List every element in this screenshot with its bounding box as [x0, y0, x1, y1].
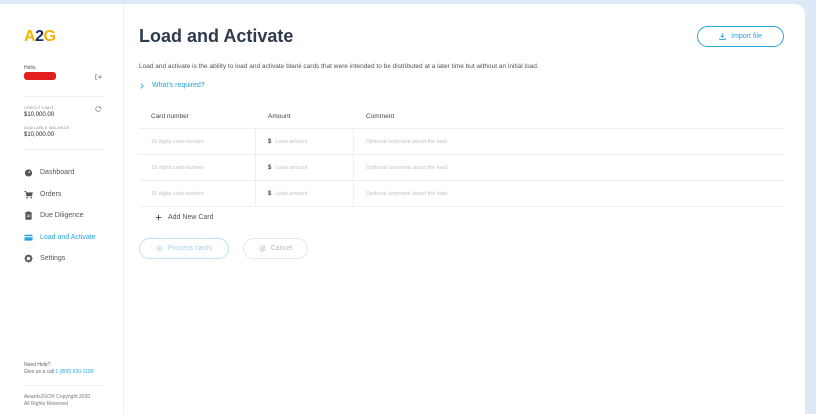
column-header-amount: Amount — [268, 112, 291, 120]
sidebar-divider — [24, 385, 104, 386]
copyright: Awards2GO® Copyright 2020 All Rights Res… — [24, 394, 91, 407]
table-row: $ — [139, 129, 784, 155]
cancel-button[interactable]: Cancel — [243, 238, 308, 259]
amount-input[interactable] — [275, 190, 353, 197]
card-icon — [24, 234, 33, 241]
currency-symbol: $ — [268, 138, 272, 145]
logout-icon[interactable] — [94, 73, 102, 81]
sidebar-item-label: Load and Activate — [40, 233, 96, 241]
help-text: Need Help? Give us a call 1 (800) 630-11… — [24, 362, 94, 375]
main-content: Load and Activate Import file Load and a… — [124, 4, 805, 414]
logo[interactable]: A2G — [24, 28, 56, 46]
app-window: A2G Hello, CREDIT LIMIT $10,000.00 AVAIL… — [0, 4, 805, 414]
currency-symbol: $ — [268, 190, 272, 197]
credit-limit-value: $10,000.00 — [24, 112, 55, 118]
whats-required-toggle[interactable]: What's required? — [139, 82, 205, 89]
table-header: Card number Amount Comment — [139, 104, 784, 129]
column-header-card-number: Card number — [151, 112, 189, 120]
cancel-icon — [259, 245, 266, 252]
amount-input[interactable] — [275, 138, 353, 145]
gauge-icon — [24, 169, 33, 177]
sidebar-item-orders[interactable]: Orders — [24, 184, 124, 206]
available-balance-label: AVAILABLE BALANCE — [24, 125, 70, 130]
card-number-input[interactable] — [151, 164, 255, 171]
page-title: Load and Activate — [139, 26, 294, 46]
available-balance-value: $10,000.00 — [24, 132, 55, 138]
help-phone-link[interactable]: 1 (800) 630-1100 — [55, 369, 93, 375]
clipboard-icon — [25, 211, 32, 220]
sidebar-item-load-and-activate[interactable]: Load and Activate — [24, 227, 124, 249]
chevron-right-icon — [140, 82, 144, 89]
currency-symbol: $ — [268, 164, 272, 171]
cards-table: Card number Amount Comment $ $ $ — [139, 104, 784, 207]
table-row: $ — [139, 181, 784, 207]
sidebar-item-label: Orders — [40, 190, 62, 198]
card-number-input[interactable] — [151, 138, 255, 145]
sidebar-item-label: Settings — [40, 255, 66, 263]
sidebar-item-label: Dashboard — [40, 169, 75, 177]
plus-icon — [155, 214, 162, 221]
sidebar-item-settings[interactable]: Settings — [24, 248, 124, 270]
import-file-button[interactable]: Import file — [697, 26, 784, 47]
amount-input[interactable] — [275, 164, 353, 171]
sidebar-item-dashboard[interactable]: Dashboard — [24, 162, 124, 184]
card-number-input[interactable] — [151, 190, 255, 197]
download-icon — [719, 33, 726, 40]
add-new-card-button[interactable]: Add New Card — [155, 214, 214, 221]
sidebar-nav: Dashboard Orders Due Diligence Load and … — [24, 162, 124, 270]
comment-input[interactable] — [366, 190, 784, 197]
sidebar: A2G Hello, CREDIT LIMIT $10,000.00 AVAIL… — [0, 4, 124, 414]
table-row: $ — [139, 155, 784, 181]
sidebar-item-label: Due Diligence — [40, 212, 84, 220]
credit-limit-label: CREDIT LIMIT — [24, 105, 54, 110]
process-icon — [156, 245, 163, 252]
gear-icon — [24, 254, 33, 263]
sidebar-divider — [24, 149, 104, 150]
cart-icon — [24, 190, 33, 199]
page-description: Load and activate is the ability to load… — [139, 63, 539, 70]
sidebar-item-due-diligence[interactable]: Due Diligence — [24, 205, 124, 227]
greeting-label: Hello, — [24, 65, 37, 71]
redacted-username — [24, 72, 56, 80]
column-header-comment: Comment — [366, 112, 395, 120]
sidebar-divider — [24, 96, 104, 97]
process-cards-button[interactable]: Process cards — [139, 238, 229, 259]
comment-input[interactable] — [366, 164, 784, 171]
comment-input[interactable] — [366, 138, 784, 145]
refresh-icon[interactable] — [94, 105, 102, 113]
